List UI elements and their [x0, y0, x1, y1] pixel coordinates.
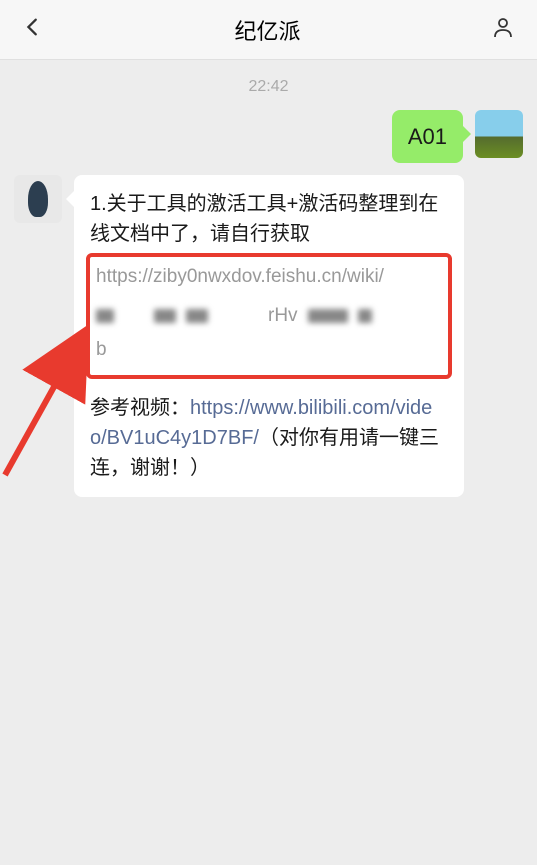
video-label: 参考视频：: [90, 397, 190, 419]
sender-avatar[interactable]: [14, 175, 62, 223]
incoming-bubble[interactable]: 1.关于工具的激活工具+激活码整理到在线文档中了，请自行获取 https://z…: [74, 175, 464, 497]
chevron-left-icon: [22, 16, 44, 38]
incoming-message-row: 1.关于工具的激活工具+激活码整理到在线文档中了，请自行获取 https://z…: [0, 175, 537, 509]
trailing-char: b: [96, 336, 442, 365]
outgoing-message-row: A01: [0, 110, 537, 175]
redacted-fragment: [358, 309, 372, 323]
back-button[interactable]: [14, 10, 52, 49]
chat-header: 纪亿派: [0, 0, 537, 60]
intro-text: 1.关于工具的激活工具+激活码整理到在线文档中了，请自行获取: [90, 189, 448, 249]
chat-title: 纪亿派: [234, 14, 300, 46]
highlighted-link-box: https://ziby0nwxdov.feishu.cn/wiki/ rHv …: [86, 253, 452, 379]
doc-link[interactable]: https://ziby0nwxdov.feishu.cn/wiki/: [96, 263, 442, 292]
redacted-fragment: [308, 309, 348, 323]
video-paragraph: 参考视频：https://www.bilibili.com/video/BV1u…: [90, 393, 448, 483]
my-avatar[interactable]: [475, 110, 523, 158]
outgoing-bubble[interactable]: A01: [392, 110, 463, 163]
redacted-fragment: [96, 309, 114, 323]
redacted-fragment: [154, 309, 176, 323]
person-icon: [491, 15, 515, 39]
redacted-fragment: [186, 309, 208, 323]
outgoing-text: A01: [408, 124, 447, 149]
redacted-row-1: rHv: [96, 302, 442, 331]
profile-button[interactable]: [483, 11, 523, 48]
visible-fragment: rHv: [268, 302, 298, 331]
timestamp: 22:42: [0, 60, 537, 110]
